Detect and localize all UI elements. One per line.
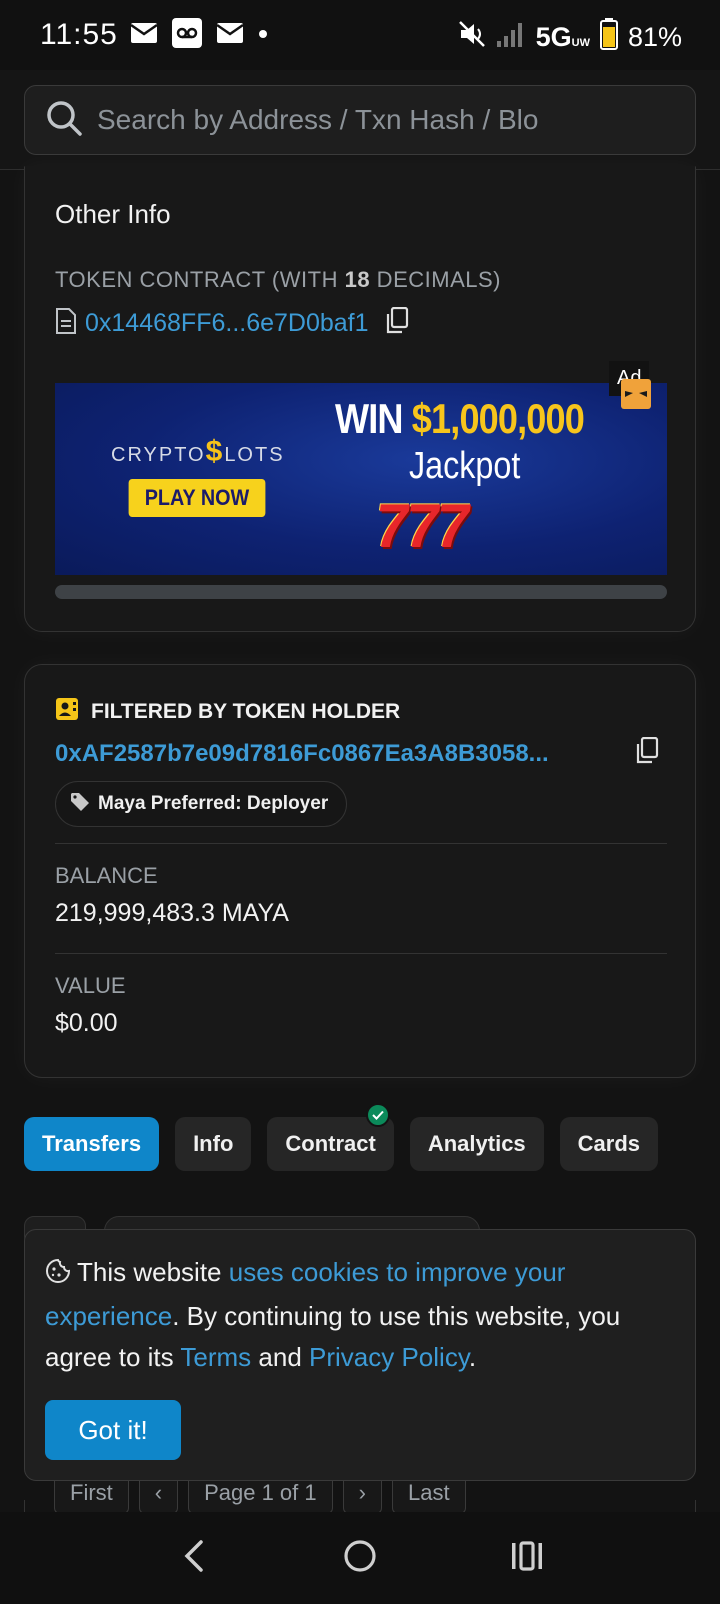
back-button[interactable] [163,1528,223,1588]
recents-button[interactable] [497,1528,557,1588]
filtered-title: FILTERED BY TOKEN HOLDER [91,699,401,723]
tab-analytics[interactable]: Analytics [409,1117,544,1171]
ad-scrollbar[interactable] [55,585,667,599]
ad-owl-icon[interactable] [621,379,651,409]
status-bar: 11:55 5GUW 81% [0,0,720,70]
terms-link[interactable]: Terms [180,1342,251,1372]
token-holder-card: FILTERED BY TOKEN HOLDER 0xAF2587b7e09d7… [24,664,696,1078]
token-contract-link[interactable]: 0x14468FF6...6e7D0baf1 [85,309,369,338]
search-input[interactable] [97,104,557,136]
search-icon [45,99,83,142]
document-icon [55,307,77,340]
cookie-banner: This website uses cookies to improve you… [24,1229,696,1481]
holder-address-link[interactable]: 0xAF2587b7e09d7816Fc0867Ea3A8B3058... [55,740,615,768]
holder-address-row: 0xAF2587b7e09d7816Fc0867Ea3A8B3058... [55,736,667,770]
battery-level: 81% [627,22,682,52]
tab-info[interactable]: Info [175,1117,252,1171]
signal-icon [496,21,526,54]
tab-contract[interactable]: Contract [267,1103,394,1171]
token-contract-label: TOKEN CONTRACT (WITH 18 DECIMALS) [55,267,501,292]
network-type: 5GUW [535,22,590,52]
tab-transfers[interactable]: Transfers [24,1117,160,1171]
privacy-policy-link[interactable]: Privacy Policy [309,1342,469,1372]
name-tag[interactable]: Maya Preferred: Deployer [55,781,348,827]
balance-value: 219,999,483.3 MAYA [55,899,289,927]
mail-icon [216,22,244,49]
value-value: $0.00 [55,1009,118,1037]
clock: 11:55 [40,18,118,51]
ad-headline: WIN $1,000,000 [335,395,585,442]
token-contract-row: 0x14468FF6...6e7D0baf1 [55,306,409,340]
contact-card-icon [55,697,79,726]
copy-icon[interactable] [385,306,409,340]
ad-banner[interactable]: CRYPTO$LOTS PLAY NOW WIN $1,000,000 Jack… [55,383,667,575]
dot-icon [258,26,268,44]
back-icon [181,1539,205,1578]
mail-icon [130,22,158,49]
filtered-header: FILTERED BY TOKEN HOLDER [55,697,400,726]
search-bar[interactable] [24,85,696,155]
value-label: VALUE [55,973,126,998]
other-info-card: Other Info TOKEN CONTRACT (WITH 18 DECIM… [24,166,696,632]
recents-icon [510,1540,544,1577]
tab-bar: Transfers Info Contract Analytics Cards [24,1103,659,1171]
balance-label: BALANCE [55,863,158,888]
mute-icon [458,20,486,55]
ad-sevens: 777 [370,492,472,561]
other-info-title: Other Info [55,199,171,229]
battery-icon [599,18,618,57]
cookie-text: This website uses cookies to improve you… [45,1255,621,1372]
got-it-button[interactable]: Got it! [45,1400,181,1460]
system-nav-bar [0,1512,720,1604]
name-tag-label: Maya Preferred: Deployer [98,793,329,814]
ad-jackpot: Jackpot [409,445,521,487]
search-header [0,70,720,170]
tag-icon [70,792,90,817]
voicemail-icon [171,17,202,53]
cookie-icon [45,1255,71,1296]
divider [55,953,667,954]
home-button[interactable] [330,1528,390,1588]
verified-check-icon [365,1103,390,1127]
home-icon [343,1539,377,1578]
ad-brand: CRYPTO$LOTS [111,435,285,468]
copy-icon[interactable] [635,736,659,770]
tab-cards[interactable]: Cards [559,1117,659,1171]
divider [55,843,667,844]
ad-play-button[interactable]: PLAY NOW [128,479,266,517]
